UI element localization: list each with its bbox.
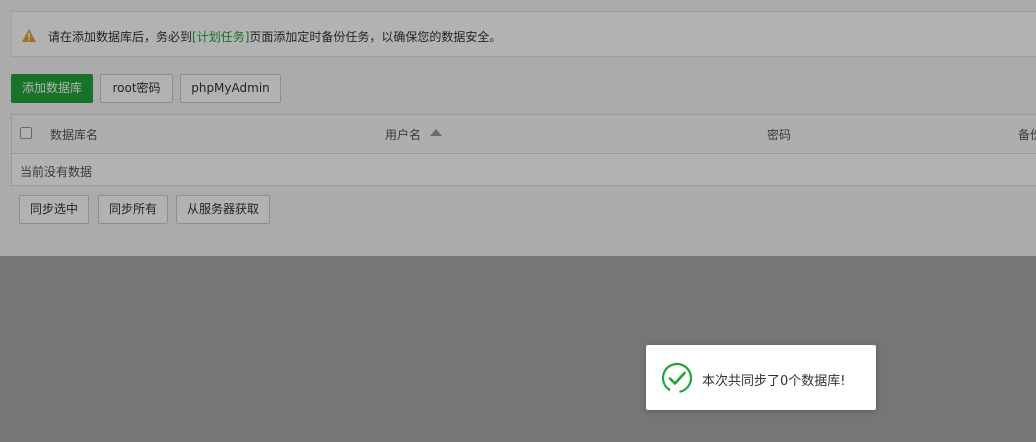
success-check-icon [661,362,693,394]
toast-message: 本次共同步了0个数据库! [702,374,846,389]
modal-overlay[interactable] [0,0,1036,442]
sync-result-toast: 本次共同步了0个数据库! [646,345,876,410]
